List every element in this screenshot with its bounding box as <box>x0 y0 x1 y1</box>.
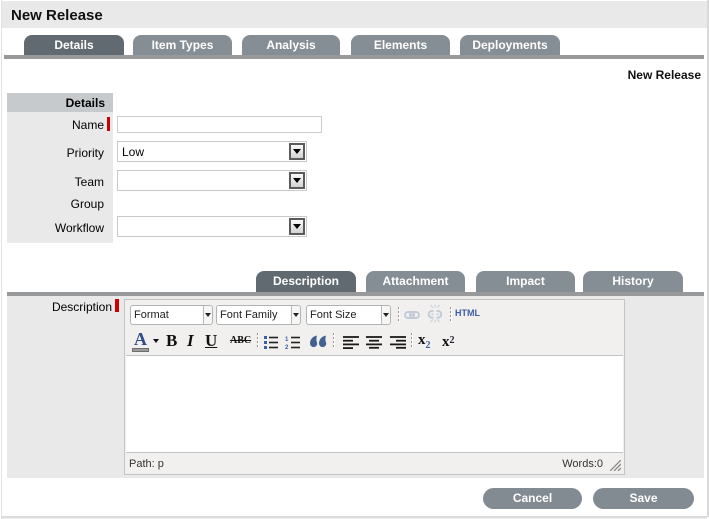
svg-text:2: 2 <box>285 345 289 349</box>
svg-text:1: 1 <box>285 337 289 343</box>
